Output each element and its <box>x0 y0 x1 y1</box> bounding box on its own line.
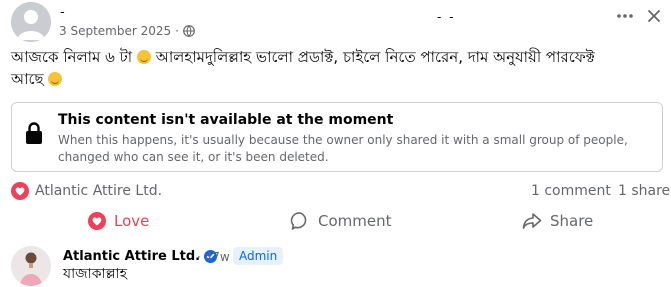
notice-body: When this happens, it's usually because … <box>58 133 628 164</box>
reaction-summary[interactable]: Atlantic Attire Ltd. <box>11 182 162 200</box>
reactor-name: Atlantic Attire Ltd. <box>35 183 163 199</box>
admin-badge: Admin <box>233 247 284 265</box>
comment-text: যাজাকাল্লাহ <box>63 266 127 282</box>
post-date[interactable]: 3 September 2025 <box>59 24 171 38</box>
close-button[interactable] <box>645 7 663 25</box>
notice-title: This content isn't available at the mome… <box>58 112 394 128</box>
post-text-part2: আলহামদুলিল্লাহ ভালো প্রডাক্ট, চাইলে নিতে… <box>155 48 595 66</box>
love-reaction-icon <box>11 182 29 200</box>
comment-label: Comment <box>318 212 392 230</box>
close-icon <box>648 10 660 22</box>
author-avatar[interactable] <box>11 2 51 42</box>
love-icon <box>88 212 106 230</box>
comment-icon <box>290 212 307 230</box>
post-text-part3: আছে <box>11 70 44 88</box>
share-icon <box>522 213 542 229</box>
lock-icon <box>25 121 43 145</box>
comment-time-value: 47w <box>204 250 230 264</box>
more-options-button[interactable] <box>614 6 636 26</box>
author-name[interactable]: - <box>60 6 65 20</box>
middle-marks: - - <box>437 10 456 24</box>
share-label: Share <box>550 212 594 230</box>
comment-time[interactable]: · 47w <box>197 250 230 264</box>
more-dots-icon <box>617 14 633 18</box>
post-text: আজকে নিলাম ৬ টা আলহামদুলিল্লাহ ভালো প্রড… <box>11 46 661 90</box>
commenter-avatar[interactable] <box>11 246 51 286</box>
commenter-name-row: Atlantic Attire Ltd. <box>63 249 218 264</box>
globe-icon <box>183 25 195 37</box>
commenter-name[interactable]: Atlantic Attire Ltd. <box>63 249 200 264</box>
smile-emoji-icon <box>48 72 63 86</box>
share-button[interactable]: Share <box>522 206 593 236</box>
smile-emoji-icon <box>136 50 151 64</box>
love-button[interactable]: Love <box>88 206 149 236</box>
meta-separator: · <box>175 24 179 38</box>
comment-button[interactable]: Comment <box>290 206 392 236</box>
share-count[interactable]: 1 share <box>618 183 670 199</box>
post-meta: 3 September 2025 · <box>59 24 195 38</box>
commenter-photo-icon <box>11 246 51 286</box>
comment-count[interactable]: 1 comment <box>531 183 611 199</box>
post-text-part1: আজকে নিলাম ৬ টা <box>11 48 133 66</box>
love-label: Love <box>114 212 150 230</box>
default-avatar-icon <box>11 2 51 42</box>
